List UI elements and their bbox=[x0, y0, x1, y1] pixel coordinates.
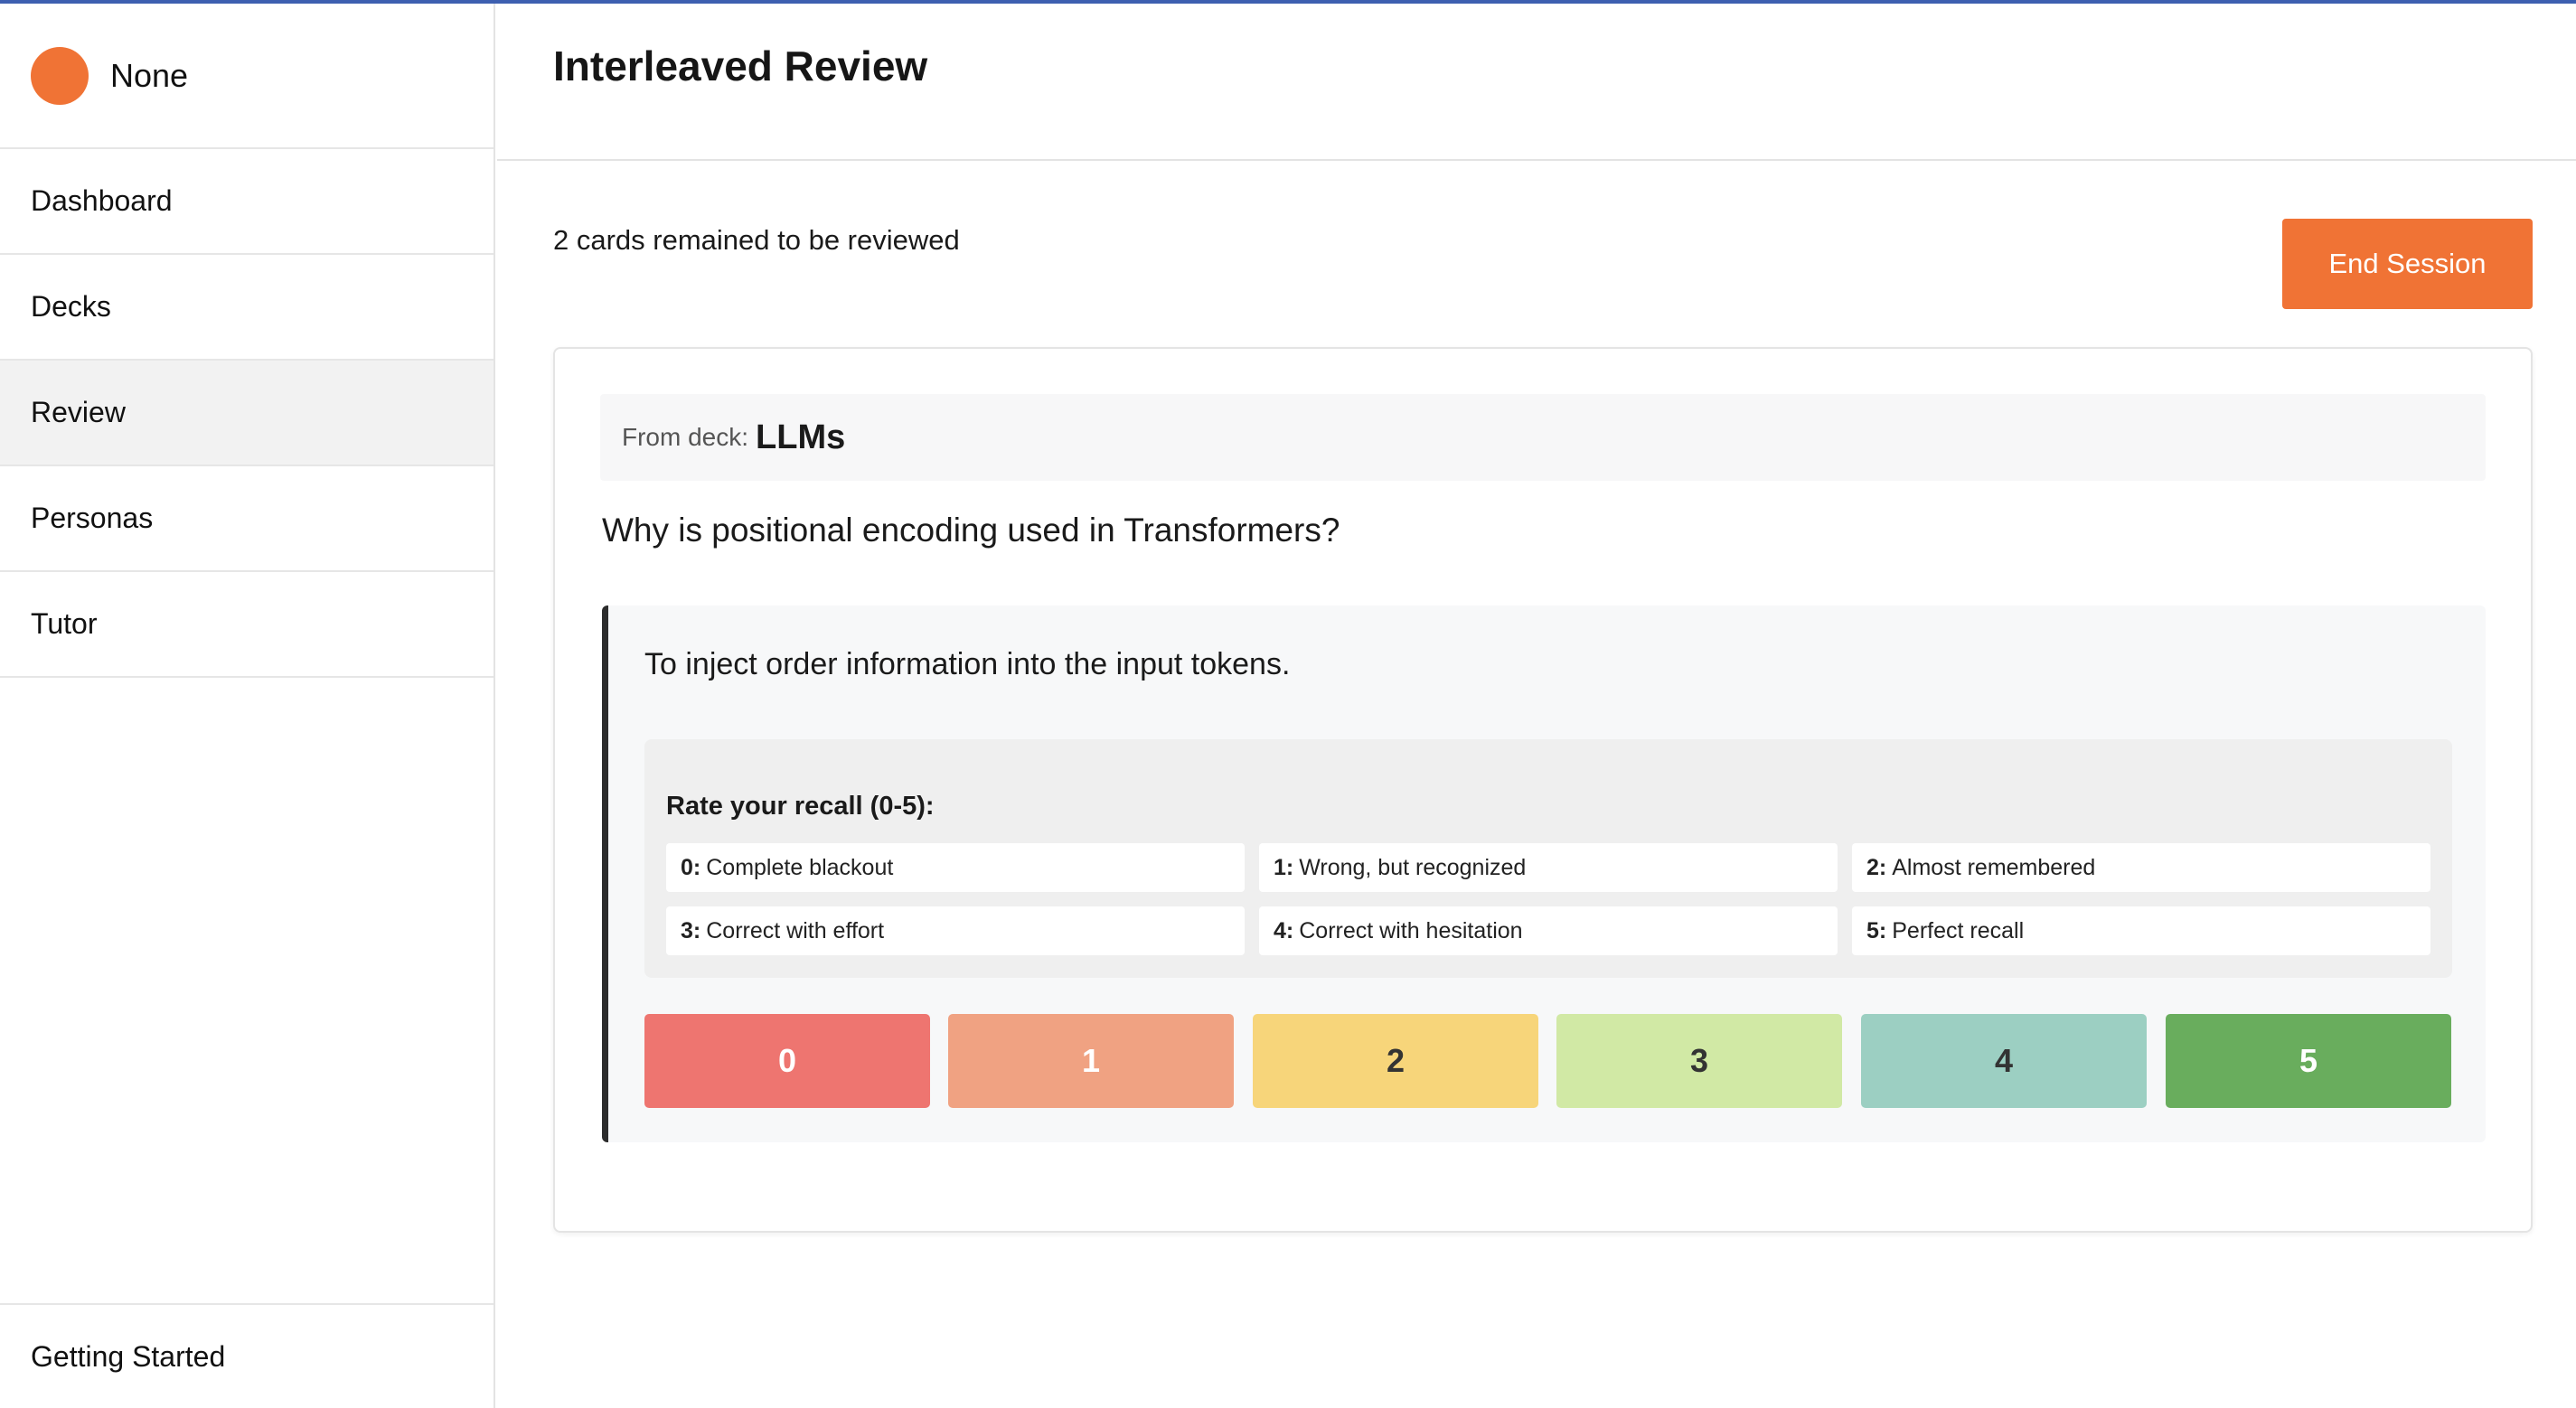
legend-item: 5: Perfect recall bbox=[1852, 906, 2430, 955]
legend-text: Perfect recall bbox=[1892, 917, 2025, 943]
answer-panel: To inject order information into the inp… bbox=[602, 605, 2486, 1142]
legend-key: 0: bbox=[681, 854, 701, 880]
legend-text: Complete blackout bbox=[706, 854, 894, 880]
deck-name: LLMs bbox=[756, 418, 846, 456]
legend-key: 2: bbox=[1866, 854, 1887, 880]
sidebar-item-review[interactable]: Review bbox=[0, 361, 494, 466]
legend-key: 1: bbox=[1274, 854, 1294, 880]
rate-button-4[interactable]: 4 bbox=[1861, 1014, 2147, 1108]
rate-button-3[interactable]: 3 bbox=[1556, 1014, 1842, 1108]
legend-item: 3: Correct with effort bbox=[666, 906, 1245, 955]
end-session-button[interactable]: End Session bbox=[2282, 219, 2533, 309]
rate-button-2[interactable]: 2 bbox=[1253, 1014, 1538, 1108]
legend-text: Almost remembered bbox=[1892, 854, 2096, 880]
legend-text: Correct with hesitation bbox=[1299, 917, 1523, 943]
page-header: Interleaved Review bbox=[497, 4, 2576, 161]
sidebar-item-decks[interactable]: Decks bbox=[0, 255, 494, 361]
legend-text: Correct with effort bbox=[706, 917, 885, 943]
sidebar-item-tutor[interactable]: Tutor bbox=[0, 572, 494, 678]
legend-key: 4: bbox=[1274, 917, 1294, 943]
legend-text: Wrong, but recognized bbox=[1299, 854, 1527, 880]
sidebar-item-dashboard[interactable]: Dashboard bbox=[0, 149, 494, 255]
card-question: Why is positional encoding used in Trans… bbox=[602, 512, 1340, 549]
profile-header: None bbox=[0, 4, 494, 149]
rate-button-0[interactable]: 0 bbox=[644, 1014, 930, 1108]
rate-button-1[interactable]: 1 bbox=[948, 1014, 1234, 1108]
legend-key: 5: bbox=[1866, 917, 1887, 943]
rating-legend-panel: Rate your recall (0-5): 0: Complete blac… bbox=[644, 739, 2452, 978]
page-title: Interleaved Review bbox=[553, 42, 928, 89]
remaining-cards-status: 2 cards remained to be reviewed bbox=[553, 224, 960, 256]
rate-button-5[interactable]: 5 bbox=[2166, 1014, 2451, 1108]
user-name: None bbox=[110, 56, 189, 94]
legend-item: 1: Wrong, but recognized bbox=[1259, 843, 1838, 892]
legend-item: 0: Complete blackout bbox=[666, 843, 1245, 892]
avatar bbox=[31, 46, 89, 105]
sidebar: None Dashboard Decks Review Personas Tut… bbox=[0, 4, 495, 1408]
card-answer: To inject order information into the inp… bbox=[644, 647, 1291, 681]
sidebar-item-personas[interactable]: Personas bbox=[0, 466, 494, 572]
legend-key: 3: bbox=[681, 917, 701, 943]
review-card: From deck: LLMs Why is positional encodi… bbox=[553, 347, 2533, 1233]
legend-item: 4: Correct with hesitation bbox=[1259, 906, 1838, 955]
deck-label: From deck: bbox=[622, 423, 749, 451]
legend-item: 2: Almost remembered bbox=[1852, 843, 2430, 892]
deck-info-bar: From deck: LLMs bbox=[600, 394, 2486, 481]
sidebar-item-getting-started[interactable]: Getting Started bbox=[0, 1303, 494, 1408]
main-content: Interleaved Review 2 cards remained to b… bbox=[497, 4, 2576, 1408]
rating-title: Rate your recall (0-5): bbox=[666, 792, 935, 821]
